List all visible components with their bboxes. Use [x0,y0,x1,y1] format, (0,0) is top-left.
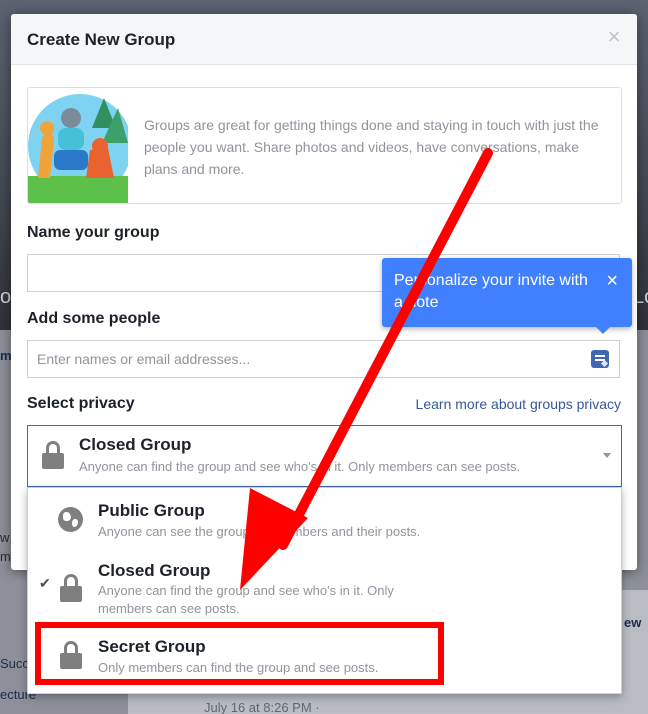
nav-fragment: m [0,348,12,363]
tooltip-text: Personalize your invite with a note [394,272,588,311]
close-icon[interactable]: × [606,271,618,291]
dialog-title: Create New Group [27,30,176,49]
intro-text: Groups are great for getting things done… [144,117,599,177]
sidebar-fragment: w [0,530,10,545]
lock-icon [42,441,64,469]
dialog-header: Create New Group × [11,14,637,65]
invite-note-tooltip: Personalize your invite with a note × [382,258,632,334]
post-timestamp: July 16 at 8:26 PM · [204,700,320,714]
privacy-dropdown[interactable]: Closed Group Anyone can find the group a… [27,425,622,487]
check-icon: ✔ [39,575,51,591]
add-people-field[interactable] [27,340,620,378]
name-group-label: Name your group [27,224,160,241]
option-description: Anyone can find the group and see who's … [98,583,394,616]
selected-privacy-description: Anyone can find the group and see who's … [79,459,521,474]
globe-icon [58,507,83,532]
close-icon[interactable]: × [605,26,623,48]
option-description: Anyone can see the group, its members an… [98,524,421,539]
selected-privacy-title: Closed Group [79,435,192,454]
option-title: Closed Group [98,561,211,580]
lock-icon [60,574,82,602]
sidebar-link[interactable]: Succ [0,656,29,671]
group-illustration [28,94,128,203]
privacy-label: Select privacy [27,395,135,412]
view-link[interactable]: ew [624,615,641,630]
privacy-option-closed[interactable]: ✔ Closed Group Anyone can find the group… [28,552,621,618]
chevron-down-icon [603,453,611,458]
add-note-icon[interactable] [591,350,609,368]
learn-more-link[interactable]: Learn more about groups privacy [416,396,621,412]
annotation-highlight-box [35,622,444,685]
intro-banner: Groups are great for getting things done… [27,87,622,204]
privacy-option-public[interactable]: Public Group Anyone can see the group, i… [28,488,621,546]
add-people-input[interactable] [28,341,596,377]
add-people-label: Add some people [27,310,161,327]
option-title: Public Group [98,501,205,520]
